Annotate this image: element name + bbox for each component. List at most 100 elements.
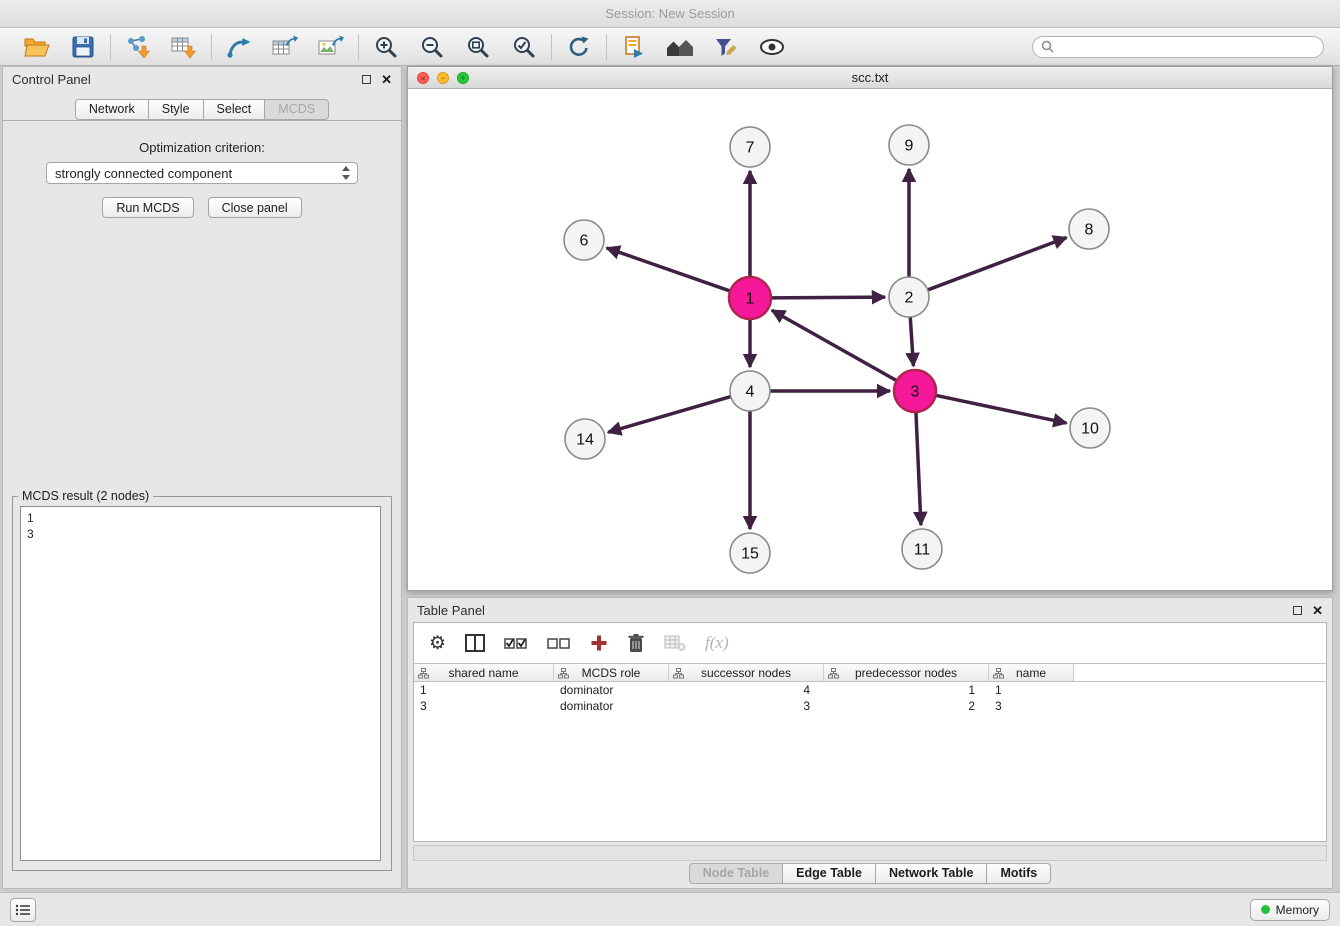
graph-node-3[interactable]: 3 (894, 370, 936, 412)
node-label: 11 (914, 542, 931, 559)
mcds-result-title: MCDS result (2 nodes) (18, 489, 153, 503)
float-window-icon[interactable] (362, 75, 371, 84)
houses-icon[interactable] (665, 32, 695, 62)
filter-icon[interactable] (711, 32, 741, 62)
minimize-window-icon[interactable] (437, 72, 449, 84)
export-table-icon[interactable] (270, 32, 300, 62)
network-canvas[interactable]: 7 9 6 8 1 2 4 3 14 10 15 11 (408, 89, 1332, 590)
edge-1-to-6[interactable] (607, 248, 731, 291)
graph-node-10[interactable]: 10 (1070, 408, 1110, 448)
tab-motifs[interactable]: Motifs (986, 863, 1051, 884)
graph-node-7[interactable]: 7 (730, 127, 770, 167)
edge-3-to-11[interactable] (916, 412, 921, 525)
main-toolbar (0, 28, 1340, 66)
tab-select[interactable]: Select (203, 99, 266, 120)
cell-mcds-role[interactable]: dominator (554, 682, 669, 698)
graph-node-6[interactable]: 6 (564, 220, 604, 260)
cell-predecessor-nodes[interactable]: 2 (824, 698, 989, 714)
column-header-shared-name[interactable]: shared name (414, 664, 554, 681)
list-icon (15, 903, 31, 917)
zoom-in-icon[interactable] (371, 32, 401, 62)
delete-column-icon[interactable] (627, 633, 645, 653)
table-row[interactable]: 1 dominator 4 1 1 (414, 682, 1326, 698)
edge-4-to-14[interactable] (608, 397, 731, 433)
tab-network-table[interactable]: Network Table (875, 863, 988, 884)
close-panel-icon[interactable] (381, 73, 392, 86)
graph-node-15[interactable]: 15 (730, 533, 770, 573)
refresh-icon[interactable] (564, 32, 594, 62)
graph-node-8[interactable]: 8 (1069, 209, 1109, 249)
attribute-icon (993, 668, 1004, 679)
tab-style[interactable]: Style (148, 99, 204, 120)
edge-3-to-1[interactable] (772, 310, 897, 380)
close-window-icon[interactable] (417, 72, 429, 84)
deselect-all-rows-icon[interactable] (547, 635, 571, 651)
close-panel-button[interactable]: Close panel (208, 197, 302, 218)
column-header-predecessor-nodes[interactable]: predecessor nodes (824, 664, 989, 681)
edge-3-to-10[interactable] (936, 395, 1067, 423)
import-table-icon[interactable] (169, 32, 199, 62)
show-columns-icon[interactable] (465, 634, 485, 652)
column-header-mcds-role[interactable]: MCDS role (554, 664, 669, 681)
export-network-icon[interactable] (224, 32, 254, 62)
cell-predecessor-nodes[interactable]: 1 (824, 682, 989, 698)
memory-button[interactable]: Memory (1250, 899, 1330, 921)
cell-successor-nodes[interactable]: 3 (669, 698, 824, 714)
zoom-selected-icon[interactable] (509, 32, 539, 62)
graph-node-14[interactable]: 14 (565, 419, 605, 459)
mcds-result-line: 1 (27, 510, 374, 526)
tab-node-table[interactable]: Node Table (689, 863, 783, 884)
network-window-titlebar[interactable]: scc.txt (408, 67, 1332, 89)
eye-icon[interactable] (757, 32, 787, 62)
memory-status-icon (1261, 905, 1270, 914)
delete-table-icon (664, 634, 686, 652)
criterion-select[interactable]: strongly connected component (46, 162, 358, 184)
horizontal-scrollbar[interactable] (413, 845, 1327, 861)
table-settings-gear-icon[interactable]: ⚙ (429, 634, 446, 653)
close-panel-icon[interactable] (1312, 604, 1323, 617)
float-window-icon[interactable] (1293, 606, 1302, 615)
import-network-icon[interactable] (123, 32, 153, 62)
column-header-successor-nodes[interactable]: successor nodes (669, 664, 824, 681)
graph-node-11[interactable]: 11 (902, 529, 942, 569)
search-input[interactable] (1059, 40, 1315, 54)
cell-name[interactable]: 1 (989, 682, 1074, 698)
edge-2-to-3[interactable] (910, 317, 913, 366)
tab-edge-table[interactable]: Edge Table (782, 863, 876, 884)
edge-2-to-8[interactable] (928, 237, 1067, 289)
edge-1-to-2[interactable] (771, 297, 885, 298)
tab-mcds[interactable]: MCDS (264, 99, 329, 120)
mcds-result-text[interactable]: 1 3 (20, 506, 381, 861)
graph-node-4[interactable]: 4 (730, 371, 770, 411)
open-file-icon[interactable] (22, 32, 52, 62)
node-label: 2 (905, 290, 914, 307)
add-column-icon[interactable] (590, 634, 608, 652)
cell-name[interactable]: 3 (989, 698, 1074, 714)
node-label: 14 (576, 432, 594, 449)
cell-mcds-role[interactable]: dominator (554, 698, 669, 714)
graph-node-2[interactable]: 2 (889, 277, 929, 317)
task-history-button[interactable] (10, 898, 36, 922)
chevron-updown-icon (340, 165, 353, 181)
zoom-fit-icon[interactable] (463, 32, 493, 62)
node-label: 15 (741, 546, 759, 563)
select-all-rows-icon[interactable] (504, 635, 528, 651)
graph-node-1[interactable]: 1 (729, 277, 771, 319)
column-header-name[interactable]: name (989, 664, 1074, 681)
run-mcds-button[interactable]: Run MCDS (102, 197, 193, 218)
search-field[interactable] (1032, 36, 1324, 58)
mcds-result-group: MCDS result (2 nodes) 1 3 (12, 496, 392, 871)
save-session-icon[interactable] (68, 32, 98, 62)
maximize-window-icon[interactable] (457, 72, 469, 84)
cell-successor-nodes[interactable]: 4 (669, 682, 824, 698)
tab-network[interactable]: Network (75, 99, 149, 120)
cell-shared-name[interactable]: 3 (414, 698, 554, 714)
network-graph[interactable]: 7 9 6 8 1 2 4 3 14 10 15 11 (408, 89, 1332, 590)
graph-node-9[interactable]: 9 (889, 125, 929, 165)
duplicate-network-icon[interactable] (619, 32, 649, 62)
zoom-out-icon[interactable] (417, 32, 447, 62)
table-row[interactable]: 3 dominator 3 2 3 (414, 698, 1326, 714)
network-view-window: scc.txt 7 9 6 8 1 2 4 3 14 10 15 11 (407, 66, 1333, 591)
cell-shared-name[interactable]: 1 (414, 682, 554, 698)
export-image-icon[interactable] (316, 32, 346, 62)
